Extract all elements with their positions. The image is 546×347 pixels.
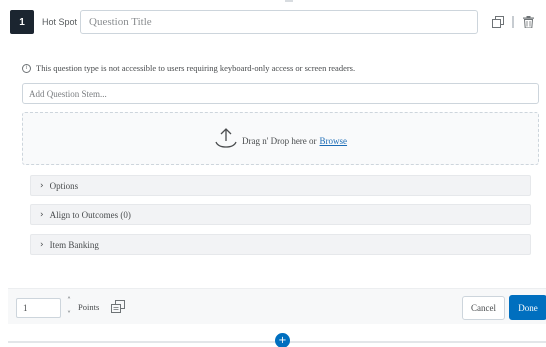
upload-icon [214, 127, 238, 154]
points-stepper[interactable]: ˄ ˅ [63, 296, 75, 320]
chevron-right-icon: › [40, 180, 44, 191]
notice-text: This question type is not accessible to … [36, 63, 356, 73]
question-number-badge: 1 [10, 10, 34, 34]
options-section[interactable]: › Options [30, 175, 531, 196]
chevron-right-icon: › [40, 209, 44, 220]
question-title-input[interactable] [80, 10, 478, 34]
accessibility-notice: i This question type is not accessible t… [22, 63, 355, 73]
section-label: Align to Outcomes (0) [49, 209, 131, 220]
browse-link[interactable]: Browse [320, 136, 348, 146]
points-label: Points [78, 302, 100, 312]
section-label: Item Banking [49, 239, 99, 250]
item-banking-section[interactable]: › Item Banking [30, 234, 531, 255]
section-label: Options [49, 180, 79, 191]
dropzone-text: Drag n' Drop here or [241, 135, 317, 146]
points-input[interactable] [16, 298, 61, 318]
rubric-icon[interactable] [111, 300, 125, 314]
top-divider-mark [285, 0, 293, 2]
file-dropzone[interactable]: Drag n' Drop here or Browse [22, 112, 539, 165]
cancel-button[interactable]: Cancel [462, 296, 505, 320]
header-actions [492, 16, 534, 28]
question-footer: ˄ ˅ Points Cancel Done [8, 288, 546, 324]
question-stem-input[interactable] [22, 83, 539, 104]
add-question-button[interactable]: + [275, 333, 290, 347]
chevron-down-icon[interactable]: ˅ [67, 310, 71, 320]
copy-icon[interactable] [492, 16, 504, 28]
align-outcomes-section[interactable]: › Align to Outcomes (0) [30, 204, 531, 225]
chevron-right-icon: › [40, 239, 44, 250]
question-type-label: Hot Spot [42, 17, 78, 27]
drag-handle-icon[interactable] [512, 16, 514, 28]
trash-icon[interactable] [522, 16, 534, 28]
info-icon: i [22, 63, 31, 73]
chevron-up-icon[interactable]: ˄ [67, 296, 71, 306]
question-header: 1 Hot Spot [8, 10, 539, 34]
done-button[interactable]: Done [509, 295, 546, 320]
